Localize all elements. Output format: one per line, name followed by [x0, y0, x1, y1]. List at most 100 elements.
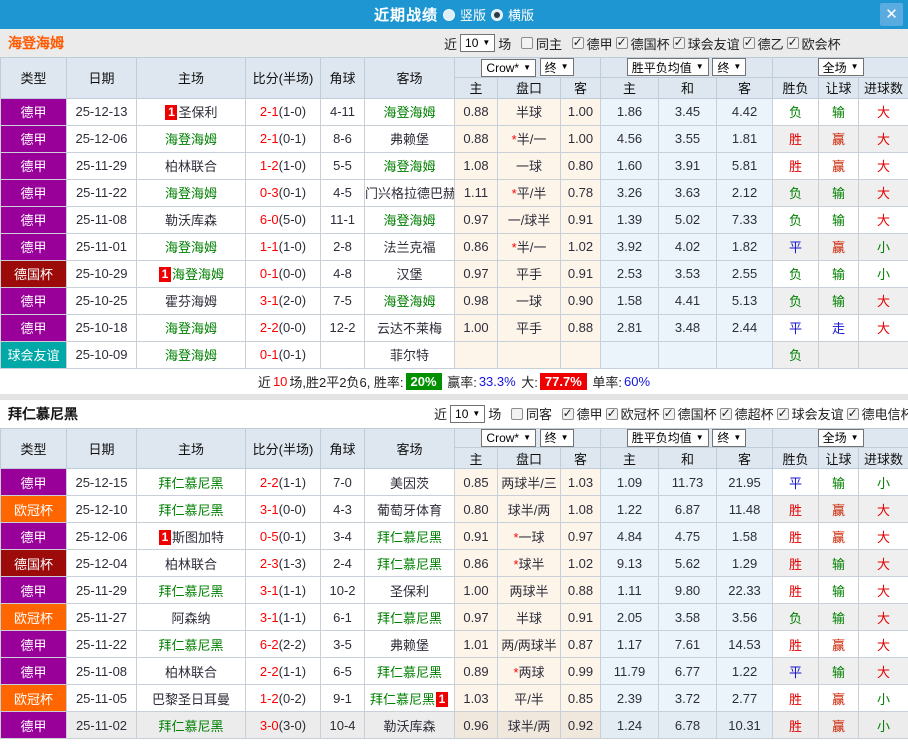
home-team-name[interactable]: 拜仁慕尼黑: [158, 503, 223, 518]
halftime-score: (1-1): [278, 474, 307, 490]
handicap-away-odds-cell: 0.90: [559, 286, 602, 315]
away-team-name[interactable]: 圣保利: [390, 584, 429, 599]
avg-win-cell: 1.86: [600, 97, 660, 126]
away-team-name[interactable]: 拜仁慕尼黑: [377, 530, 442, 545]
company-time-select[interactable]: 终 ▼: [539, 428, 574, 447]
company-select[interactable]: Crow* ▼: [481, 429, 537, 447]
home-team: 海登海姆: [165, 240, 217, 255]
filter-row: 海登海姆近10▼场 同主 德甲德国杯球会友谊德乙欧会杯: [0, 29, 908, 57]
home-team-name[interactable]: 海登海姆: [165, 348, 217, 363]
corner-cell: 8-6: [320, 124, 365, 153]
away-team-name[interactable]: 海登海姆: [383, 159, 435, 174]
col-away-header: 客场: [364, 427, 455, 469]
home-team-name[interactable]: 海登海姆: [165, 321, 217, 336]
away-team-name[interactable]: 拜仁慕尼黑: [377, 557, 442, 572]
away-team-name[interactable]: 海登海姆: [383, 294, 435, 309]
avg-draw-cell: 3.48: [658, 313, 718, 342]
away-team-name[interactable]: 美因茨: [390, 476, 429, 491]
handicap-result-cell: 走: [818, 313, 860, 342]
home-team-name[interactable]: 巴黎圣日耳曼: [152, 692, 230, 707]
league-checkbox[interactable]: [615, 35, 628, 49]
fulltime-select[interactable]: 全场 ▼: [817, 58, 864, 77]
home-team-name[interactable]: 海登海姆: [165, 186, 217, 201]
league-checkbox[interactable]: [846, 406, 859, 420]
date-cell: 25-11-08: [66, 657, 137, 685]
avg-draw-cell: [658, 340, 718, 369]
goals-cell: 大: [858, 657, 908, 685]
home-team-name[interactable]: 霍芬海姆: [165, 294, 217, 309]
horizontal-layout-label: 横版: [508, 8, 535, 23]
fulltime-score: 3-1: [259, 609, 279, 625]
league-checkbox[interactable]: [605, 406, 618, 420]
fulltime-select[interactable]: 全场 ▼: [817, 428, 864, 447]
avg-time-select[interactable]: 终 ▼: [712, 428, 747, 447]
home-team-name[interactable]: 拜仁慕尼黑: [158, 584, 223, 599]
league-checkbox[interactable]: [742, 35, 755, 49]
away-team-name[interactable]: 菲尔特: [390, 348, 429, 363]
home-team-name[interactable]: 柏林联合: [165, 557, 217, 572]
vertical-layout-radio[interactable]: [442, 8, 455, 21]
avg-odds-select[interactable]: 胜平负均值 ▼: [626, 428, 709, 447]
away-team-name[interactable]: 拜仁慕尼黑: [377, 611, 442, 626]
filter-row: 拜仁慕尼黑近10▼场 同客 德甲欧冠杯德国杯德超杯球会友谊德电信杯世俱杯: [0, 400, 908, 428]
home-team-name[interactable]: 勒沃库森: [165, 213, 217, 228]
company-time-select[interactable]: 终 ▼: [539, 58, 574, 76]
away-team-name[interactable]: 葡萄牙体育: [377, 503, 442, 518]
home-team-name[interactable]: 拜仁慕尼黑: [158, 638, 223, 653]
recent-count-select[interactable]: 10 ▼: [460, 34, 496, 52]
away-team-name[interactable]: 海登海姆: [383, 213, 435, 228]
away-team-name[interactable]: 门兴格拉德巴赫: [366, 186, 454, 201]
col-type-header: 类型: [0, 427, 67, 469]
league-checkbox[interactable]: [719, 406, 732, 420]
fulltime-score: 3-0: [259, 717, 279, 733]
league-checkbox[interactable]: [662, 406, 675, 420]
handicap-home-odds-cell: 0.97: [454, 603, 498, 631]
handicap-cell: 一球: [497, 286, 561, 315]
away-team-name[interactable]: 汉堡: [396, 267, 422, 282]
away-team-name[interactable]: 拜仁慕尼黑: [377, 665, 442, 680]
league-checkbox[interactable]: [786, 35, 799, 49]
away-team-name[interactable]: 云达不莱梅: [377, 321, 442, 336]
away-team-name[interactable]: 弗赖堡: [390, 638, 429, 653]
company-select[interactable]: Crow* ▼: [481, 58, 537, 77]
date-cell: 25-12-04: [66, 549, 137, 577]
horizontal-layout-radio[interactable]: [491, 8, 503, 21]
close-icon[interactable]: ✕: [880, 3, 903, 26]
away-team-cell: 拜仁慕尼黑: [364, 657, 455, 685]
league-checkbox[interactable]: [571, 35, 584, 49]
recent-count-select[interactable]: 10 ▼: [450, 404, 486, 423]
win-rate-badge: 20%: [405, 372, 442, 390]
home-team-name[interactable]: 柏林联合: [165, 665, 217, 680]
away-team-name[interactable]: 拜仁慕尼黑: [370, 692, 435, 707]
home-team-name[interactable]: 阿森纳: [171, 611, 210, 626]
avg-odds-select[interactable]: 胜平负均值 ▼: [626, 58, 709, 77]
avg-draw-cell: 6.78: [658, 711, 718, 739]
league-checkbox[interactable]: [776, 406, 789, 420]
away-team-cell: 拜仁慕尼黑: [364, 549, 455, 577]
home-team-name[interactable]: 海登海姆: [165, 132, 217, 147]
home-team-name[interactable]: 斯图加特: [172, 530, 224, 545]
home-team-name[interactable]: 海登海姆: [165, 240, 217, 255]
rank-1-badge: 1: [436, 691, 448, 707]
away-team-name[interactable]: 法兰克福: [383, 240, 435, 255]
home-team-name[interactable]: 海登海姆: [172, 267, 224, 282]
home-team: 拜仁慕尼黑: [158, 719, 223, 734]
same-venue-checkbox[interactable]: [510, 407, 523, 420]
home-team-name[interactable]: 柏林联合: [165, 159, 217, 174]
date-cell: 25-11-01: [66, 232, 137, 261]
away-team-name[interactable]: 弗赖堡: [390, 132, 429, 147]
away-team-name[interactable]: 海登海姆: [383, 105, 435, 120]
match-row: 欧冠杯 25-11-27 阿森纳 3-1(1-1) 6-1 拜仁慕尼黑 0.97 半球 0.91…: [0, 603, 908, 631]
away-team-name[interactable]: 勒沃库森: [383, 719, 435, 734]
home-team-name[interactable]: 圣保利: [178, 105, 217, 120]
corner-cell: 11-1: [320, 205, 365, 234]
league-checkbox[interactable]: [672, 35, 685, 49]
home-team-name[interactable]: 拜仁慕尼黑: [158, 476, 223, 491]
home-team-name[interactable]: 拜仁慕尼黑: [158, 719, 223, 734]
result-cell: 平: [772, 657, 820, 685]
same-venue-checkbox[interactable]: [520, 37, 533, 49]
score-cell: 0-5(0-1): [245, 522, 321, 550]
avg-time-select[interactable]: 终 ▼: [712, 58, 747, 77]
match-row: 德甲 25-11-29 柏林联合 1-2(1-0) 5-5 海登海姆 1.08 一球 0.80 1…: [0, 151, 908, 180]
league-checkbox[interactable]: [561, 406, 574, 420]
